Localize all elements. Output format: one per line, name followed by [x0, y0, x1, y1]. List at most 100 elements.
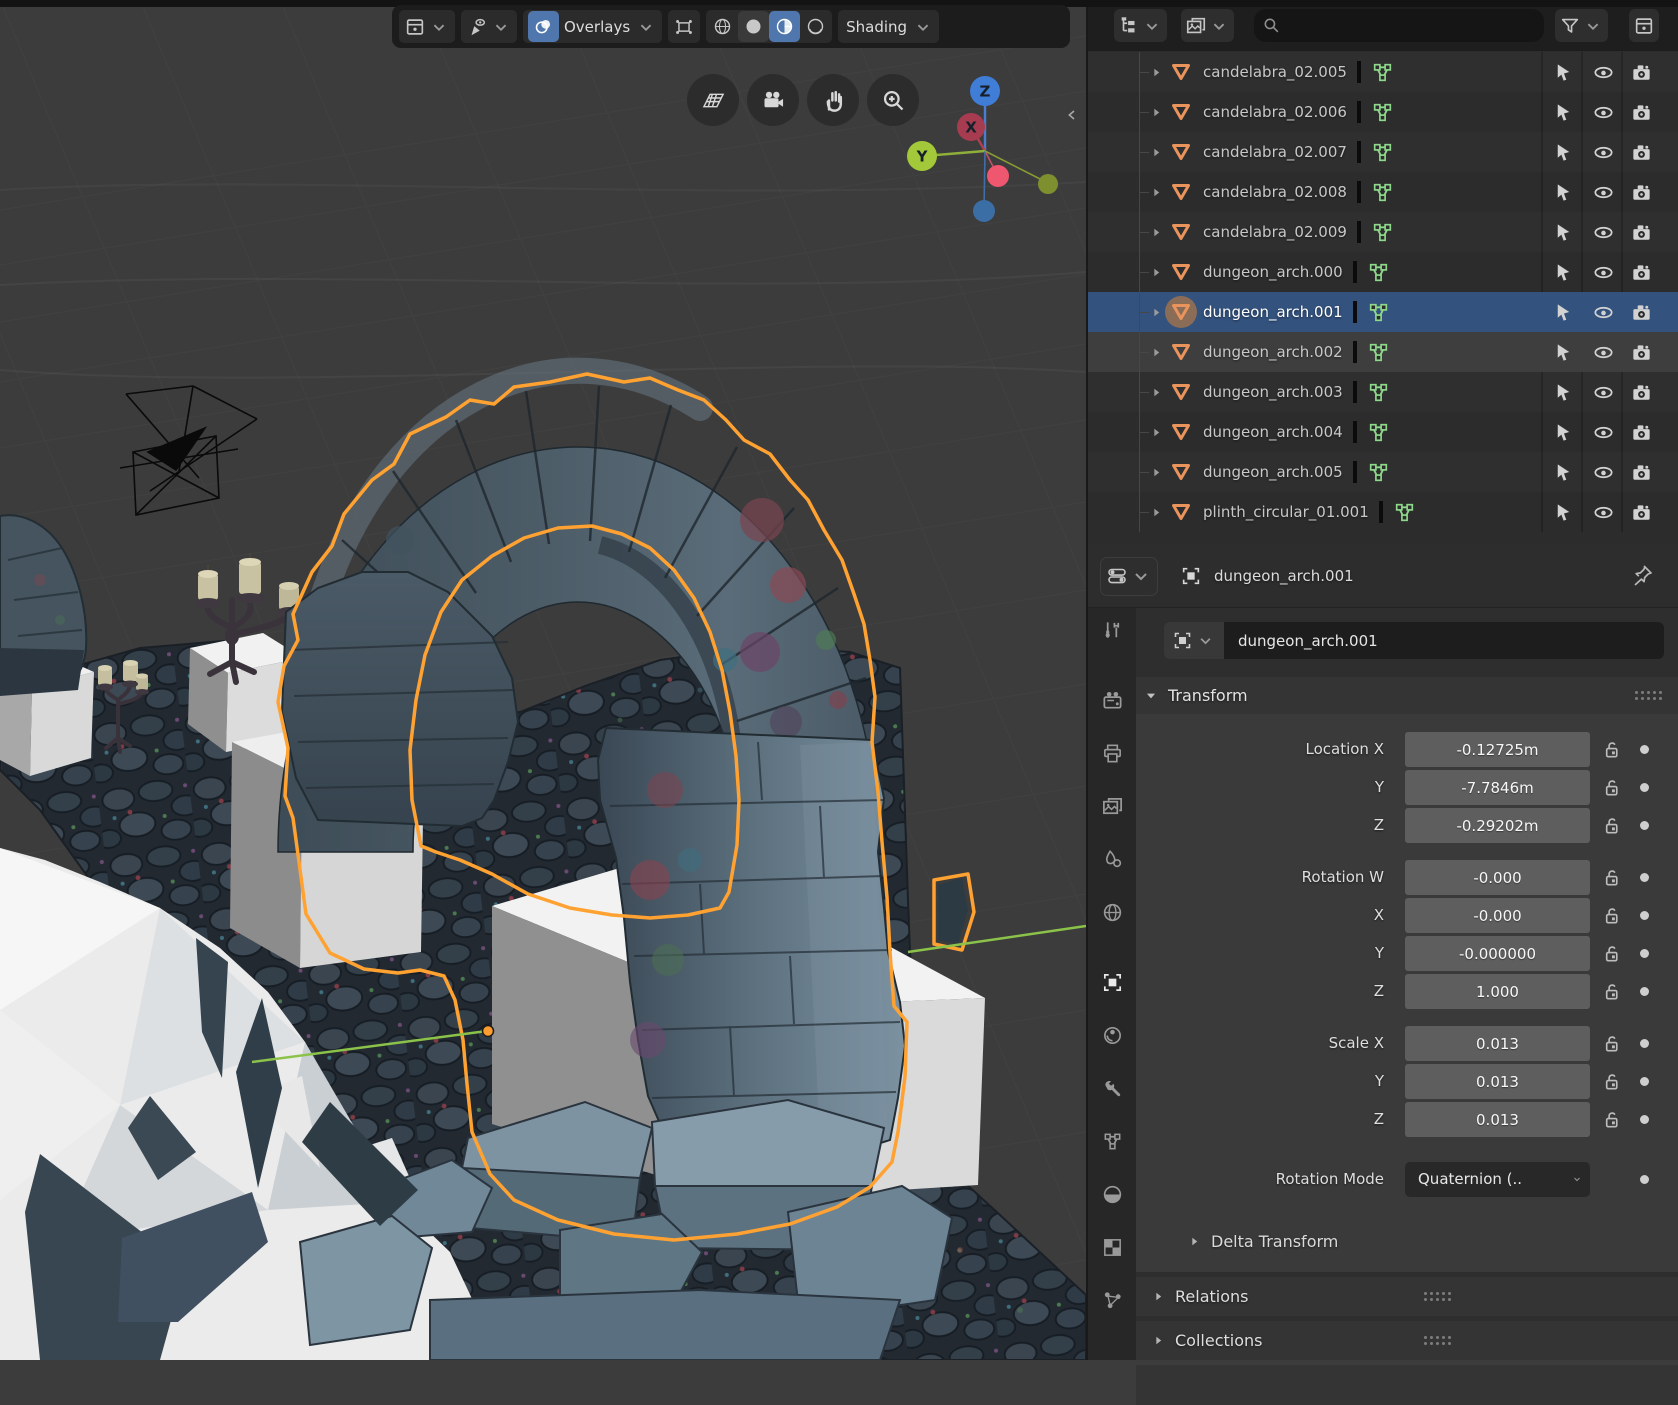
- outliner-restriction-toggles-button[interactable]: [1629, 9, 1659, 42]
- hide-render-toggle[interactable]: [1623, 461, 1678, 484]
- animate-decorator-dot[interactable]: [1640, 873, 1649, 882]
- tab-render[interactable]: [1088, 678, 1136, 722]
- expand-caret-icon[interactable]: [1150, 506, 1163, 519]
- expand-caret-icon[interactable]: [1150, 266, 1163, 279]
- tab-physics[interactable]: [1088, 1013, 1136, 1057]
- selectable-toggle[interactable]: [1543, 341, 1583, 364]
- outliner-row-dungeon_arch.001[interactable]: dungeon_arch.001: [1088, 292, 1678, 332]
- outliner-row-candelabra_02.005[interactable]: candelabra_02.005: [1088, 52, 1678, 92]
- overlays-dropdown[interactable]: Overlays: [523, 10, 662, 43]
- animate-decorator-dot[interactable]: [1640, 949, 1649, 958]
- outliner-row-candelabra_02.007[interactable]: candelabra_02.007: [1088, 132, 1678, 172]
- selectable-toggle[interactable]: [1543, 141, 1583, 164]
- outliner-row-dungeon_arch.004[interactable]: dungeon_arch.004: [1088, 412, 1678, 452]
- outliner-filter-type-dropdown[interactable]: [1181, 9, 1234, 42]
- pan-view-button[interactable]: [807, 74, 859, 126]
- show-gizmos-dropdown[interactable]: [461, 10, 517, 43]
- hide-render-toggle[interactable]: [1623, 61, 1678, 84]
- value-field[interactable]: -0.000000: [1405, 936, 1590, 971]
- shading-dropdown[interactable]: Shading: [838, 10, 939, 43]
- camera-view-button[interactable]: [747, 74, 799, 126]
- shading-rendered-button[interactable]: [800, 11, 831, 42]
- selectable-toggle[interactable]: [1543, 421, 1583, 444]
- hide-viewport-toggle[interactable]: [1583, 381, 1623, 404]
- outliner-search-input[interactable]: [1287, 17, 1536, 35]
- shading-material-preview-button[interactable]: [769, 11, 800, 42]
- panel-drag-handle[interactable]: [1424, 1336, 1663, 1345]
- animate-decorator-dot[interactable]: [1640, 1175, 1649, 1184]
- hide-render-toggle[interactable]: [1623, 221, 1678, 244]
- hide-render-toggle[interactable]: [1623, 181, 1678, 204]
- selectable-toggle[interactable]: [1543, 181, 1583, 204]
- sidebar-collapse-arrow[interactable]: [1064, 100, 1082, 130]
- hide-viewport-toggle[interactable]: [1583, 341, 1623, 364]
- tab-object[interactable]: [1088, 960, 1136, 1004]
- hide-viewport-toggle[interactable]: [1583, 181, 1623, 204]
- animate-decorator-dot[interactable]: [1640, 821, 1649, 830]
- outliner-filter-dropdown[interactable]: [1555, 9, 1608, 42]
- tab-world[interactable]: [1088, 890, 1136, 934]
- outliner-row-candelabra_02.008[interactable]: candelabra_02.008: [1088, 172, 1678, 212]
- expand-caret-icon[interactable]: [1150, 186, 1163, 199]
- tab-particles[interactable]: [1088, 1278, 1136, 1322]
- value-field[interactable]: 0.013: [1405, 1026, 1590, 1061]
- hide-render-toggle[interactable]: [1623, 301, 1678, 324]
- axis-neg-y-ball[interactable]: [1038, 174, 1058, 194]
- animate-decorator-dot[interactable]: [1640, 745, 1649, 754]
- hide-render-toggle[interactable]: [1623, 501, 1678, 524]
- value-field[interactable]: -0.29202m: [1405, 808, 1590, 843]
- properties-editor-type-dropdown[interactable]: [1100, 557, 1158, 596]
- hide-render-toggle[interactable]: [1623, 141, 1678, 164]
- shading-solid-button[interactable]: [738, 11, 769, 42]
- selectable-toggle[interactable]: [1543, 101, 1583, 124]
- object-type-visibility-dropdown[interactable]: [399, 10, 455, 43]
- viewport-3d[interactable]: Overlays Shading Z: [0, 0, 1086, 1360]
- outliner-row-dungeon_arch.002[interactable]: dungeon_arch.002: [1088, 332, 1678, 372]
- tab-texture[interactable]: [1088, 1225, 1136, 1269]
- hide-viewport-toggle[interactable]: [1583, 221, 1623, 244]
- hide-render-toggle[interactable]: [1623, 261, 1678, 284]
- panel-relations[interactable]: Relations: [1136, 1277, 1678, 1316]
- value-field[interactable]: -0.000: [1405, 860, 1590, 895]
- tab-modifiers[interactable]: [1088, 1066, 1136, 1110]
- tab-output[interactable]: [1088, 731, 1136, 775]
- hide-viewport-toggle[interactable]: [1583, 501, 1623, 524]
- selectable-toggle[interactable]: [1543, 221, 1583, 244]
- panel-drag-handle[interactable]: [1424, 1292, 1663, 1301]
- tab-material[interactable]: [1088, 1172, 1136, 1216]
- unlock-icon[interactable]: [1600, 866, 1623, 889]
- outliner-row-dungeon_arch.000[interactable]: dungeon_arch.000: [1088, 252, 1678, 292]
- tab-scene[interactable]: [1088, 837, 1136, 881]
- unlock-icon[interactable]: [1600, 738, 1623, 761]
- outliner-display-mode-dropdown[interactable]: [1114, 9, 1167, 42]
- outliner-row-dungeon_arch.003[interactable]: dungeon_arch.003: [1088, 372, 1678, 412]
- selectable-toggle[interactable]: [1543, 501, 1583, 524]
- selectable-toggle[interactable]: [1543, 301, 1583, 324]
- axis-navigation-gizmo[interactable]: Z X Y: [905, 58, 1080, 228]
- unlock-icon[interactable]: [1600, 1108, 1623, 1131]
- unlock-icon[interactable]: [1600, 980, 1623, 1003]
- object-name-field[interactable]: [1224, 622, 1664, 659]
- panel-collections[interactable]: Collections: [1136, 1321, 1678, 1360]
- unlock-icon[interactable]: [1600, 776, 1623, 799]
- hide-render-toggle[interactable]: [1623, 421, 1678, 444]
- expand-caret-icon[interactable]: [1150, 426, 1163, 439]
- overlays-toggle[interactable]: [528, 11, 559, 42]
- panel-drag-handle[interactable]: [1635, 691, 1662, 700]
- value-field[interactable]: -7.7846m: [1405, 770, 1590, 805]
- animate-decorator-dot[interactable]: [1640, 1115, 1649, 1124]
- tab-tool[interactable]: [1088, 608, 1136, 652]
- unlock-icon[interactable]: [1600, 1032, 1623, 1055]
- expand-caret-icon[interactable]: [1150, 386, 1163, 399]
- hide-render-toggle[interactable]: [1623, 341, 1678, 364]
- tab-object-data[interactable]: [1088, 1119, 1136, 1163]
- expand-caret-icon[interactable]: [1150, 66, 1163, 79]
- selectable-toggle[interactable]: [1543, 381, 1583, 404]
- expand-caret-icon[interactable]: [1150, 226, 1163, 239]
- tab-view-layer[interactable]: [1088, 784, 1136, 828]
- pin-icon[interactable]: [1630, 563, 1654, 587]
- hide-viewport-toggle[interactable]: [1583, 101, 1623, 124]
- shading-wireframe-button[interactable]: [707, 11, 738, 42]
- outliner-row-candelabra_02.009[interactable]: candelabra_02.009: [1088, 212, 1678, 252]
- animate-decorator-dot[interactable]: [1640, 911, 1649, 920]
